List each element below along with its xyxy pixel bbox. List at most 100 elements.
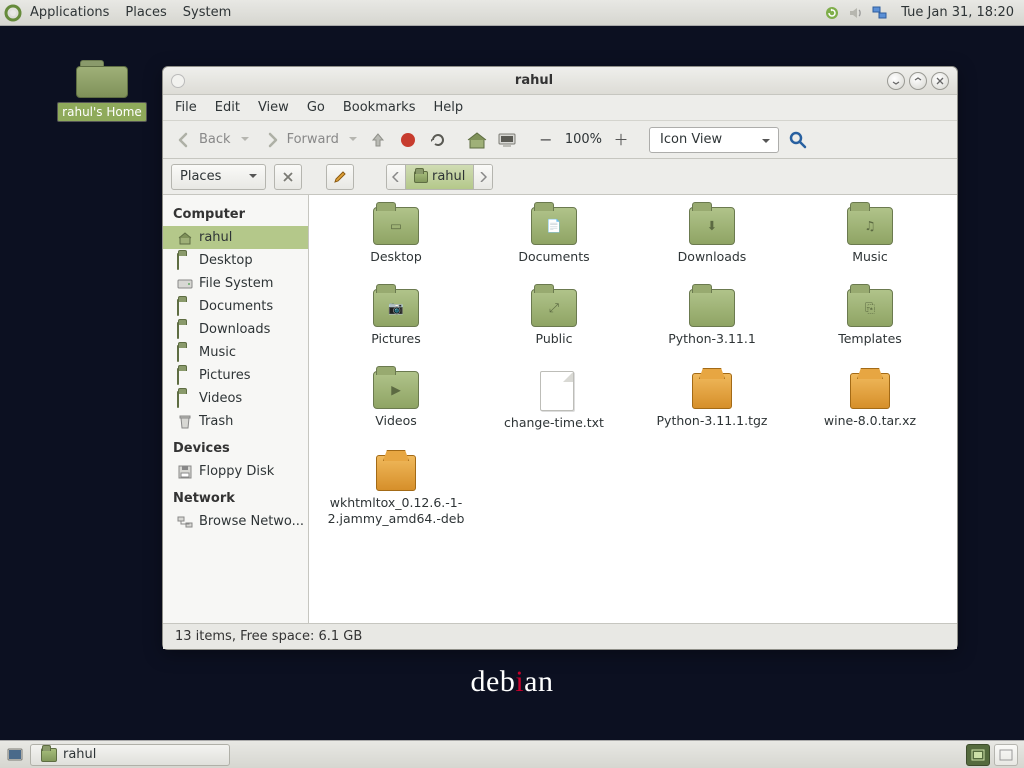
home-button[interactable] [466, 129, 488, 151]
sidebar-item-icon [177, 415, 193, 429]
sidebar-item-label: Documents [199, 299, 273, 314]
file-item[interactable]: change-time.txt [475, 371, 633, 449]
close-button[interactable] [931, 72, 949, 90]
file-item[interactable]: wine-8.0.tar.xz [791, 371, 949, 449]
desktop-home-icon[interactable]: rahul's Home [52, 56, 152, 122]
zoom-in-button[interactable]: ＋ [610, 129, 632, 151]
file-item[interactable]: ♫Music [791, 207, 949, 285]
sidebar-item-label: Pictures [199, 368, 250, 383]
panel-clock[interactable]: Tue Jan 31, 18:20 [895, 5, 1020, 20]
close-places-button[interactable] [274, 164, 302, 190]
update-icon[interactable] [823, 4, 841, 22]
sidebar-item[interactable]: Floppy Disk [163, 460, 308, 483]
sidebar-item[interactable]: rahul [163, 226, 308, 249]
panel-menu-applications[interactable]: Applications [22, 2, 117, 23]
sidebar-item[interactable]: Browse Netwo... [163, 510, 308, 533]
sidebar-item[interactable]: Trash [163, 410, 308, 433]
sidebar-item[interactable]: Downloads [163, 318, 308, 341]
debian-logo: debian [0, 665, 1024, 699]
file-item[interactable]: ⎘Templates [791, 289, 949, 367]
sidebar-item[interactable]: Videos [163, 387, 308, 410]
sidebar-item-icon [177, 392, 193, 406]
file-label: Pictures [371, 331, 421, 347]
up-button[interactable] [367, 129, 389, 151]
sidebar-item[interactable]: Pictures [163, 364, 308, 387]
sidebar-heading-devices: Devices [163, 433, 308, 460]
forward-button[interactable]: Forward [259, 127, 359, 153]
file-item[interactable]: ⬇Downloads [633, 207, 791, 285]
sidebar-item-label: File System [199, 276, 273, 291]
menu-file[interactable]: File [167, 97, 205, 118]
back-icon [173, 129, 195, 151]
location-bar: Places rahul [163, 159, 957, 195]
show-desktop-button[interactable] [6, 746, 24, 764]
dropdown-icon [241, 136, 249, 144]
archive-icon [692, 373, 732, 409]
file-label: Python-3.11.1 [668, 331, 756, 347]
window-title: rahul [185, 73, 883, 88]
sidebar-item[interactable]: Documents [163, 295, 308, 318]
zoom-out-button[interactable]: − [535, 129, 557, 151]
folder-icon [41, 748, 57, 762]
edit-path-button[interactable] [326, 164, 354, 190]
sidebar-item-icon [177, 277, 193, 291]
menu-go[interactable]: Go [299, 97, 333, 118]
distro-logo-icon[interactable] [4, 4, 22, 22]
breadcrumb: rahul [386, 164, 493, 190]
sidebar-item-label: rahul [199, 230, 232, 245]
folder-icon [689, 289, 735, 327]
sidebar-heading-computer: Computer [163, 199, 308, 226]
file-label: Music [852, 249, 888, 265]
maximize-button[interactable] [909, 72, 927, 90]
menu-edit[interactable]: Edit [207, 97, 248, 118]
panel-menu-places[interactable]: Places [117, 2, 174, 23]
file-item[interactable]: Python-3.11.1 [633, 289, 791, 367]
sidebar-item-icon [177, 231, 193, 245]
file-item[interactable]: 📄Documents [475, 207, 633, 285]
menu-view[interactable]: View [250, 97, 297, 118]
file-item[interactable]: ⤢Public [475, 289, 633, 367]
file-item[interactable]: Python-3.11.1.tgz [633, 371, 791, 449]
file-item[interactable]: 📷 Pictures [317, 289, 475, 367]
view-mode-combo[interactable]: Icon View [649, 127, 779, 153]
bottom-panel: rahul [0, 740, 1024, 768]
archive-icon [376, 455, 416, 491]
menu-bookmarks[interactable]: Bookmarks [335, 97, 424, 118]
sidebar-item[interactable]: Music [163, 341, 308, 364]
status-text: 13 items, Free space: 6.1 GB [175, 629, 362, 644]
breadcrumb-current[interactable]: rahul [406, 165, 474, 189]
back-button[interactable]: Back [171, 127, 251, 153]
sidebar-item-icon [177, 323, 193, 337]
volume-icon[interactable] [847, 4, 865, 22]
places-combo[interactable]: Places [171, 164, 266, 190]
workspace-1-button[interactable] [966, 744, 990, 766]
sidebar-item-label: Browse Netwo... [199, 514, 304, 529]
computer-button[interactable] [496, 129, 518, 151]
icon-view[interactable]: ▭Desktop📄Documents⬇Downloads♫Music 📷 Pictu… [309, 195, 957, 623]
sidebar-item-label: Downloads [199, 322, 270, 337]
window-menu-icon[interactable] [171, 74, 185, 88]
search-button[interactable] [787, 129, 809, 151]
menu-help[interactable]: Help [425, 97, 471, 118]
titlebar[interactable]: rahul [163, 67, 957, 95]
dropdown-icon [349, 136, 357, 144]
breadcrumb-back[interactable] [387, 165, 406, 189]
folder-icon [414, 171, 428, 183]
stop-button[interactable] [397, 129, 419, 151]
minimize-button[interactable] [887, 72, 905, 90]
workspace-2-button[interactable] [994, 744, 1018, 766]
reload-button[interactable] [427, 129, 449, 151]
folder-icon: ⎘ [847, 289, 893, 327]
folder-icon: 📷 [373, 289, 419, 327]
sidebar-item-label: Desktop [199, 253, 253, 268]
file-item[interactable]: ▶Videos [317, 371, 475, 449]
sidebar-item[interactable]: Desktop [163, 249, 308, 272]
network-icon[interactable] [871, 4, 889, 22]
sidebar-item-icon [177, 346, 193, 360]
file-item[interactable]: ▭Desktop [317, 207, 475, 285]
sidebar-item[interactable]: File System [163, 272, 308, 295]
breadcrumb-forward[interactable] [474, 165, 492, 189]
panel-menu-system[interactable]: System [175, 2, 239, 23]
taskbar-entry[interactable]: rahul [30, 744, 230, 766]
file-item[interactable]: wkhtmltox_0.12.6.-1-2.jammy_amd64.-deb [317, 453, 475, 563]
